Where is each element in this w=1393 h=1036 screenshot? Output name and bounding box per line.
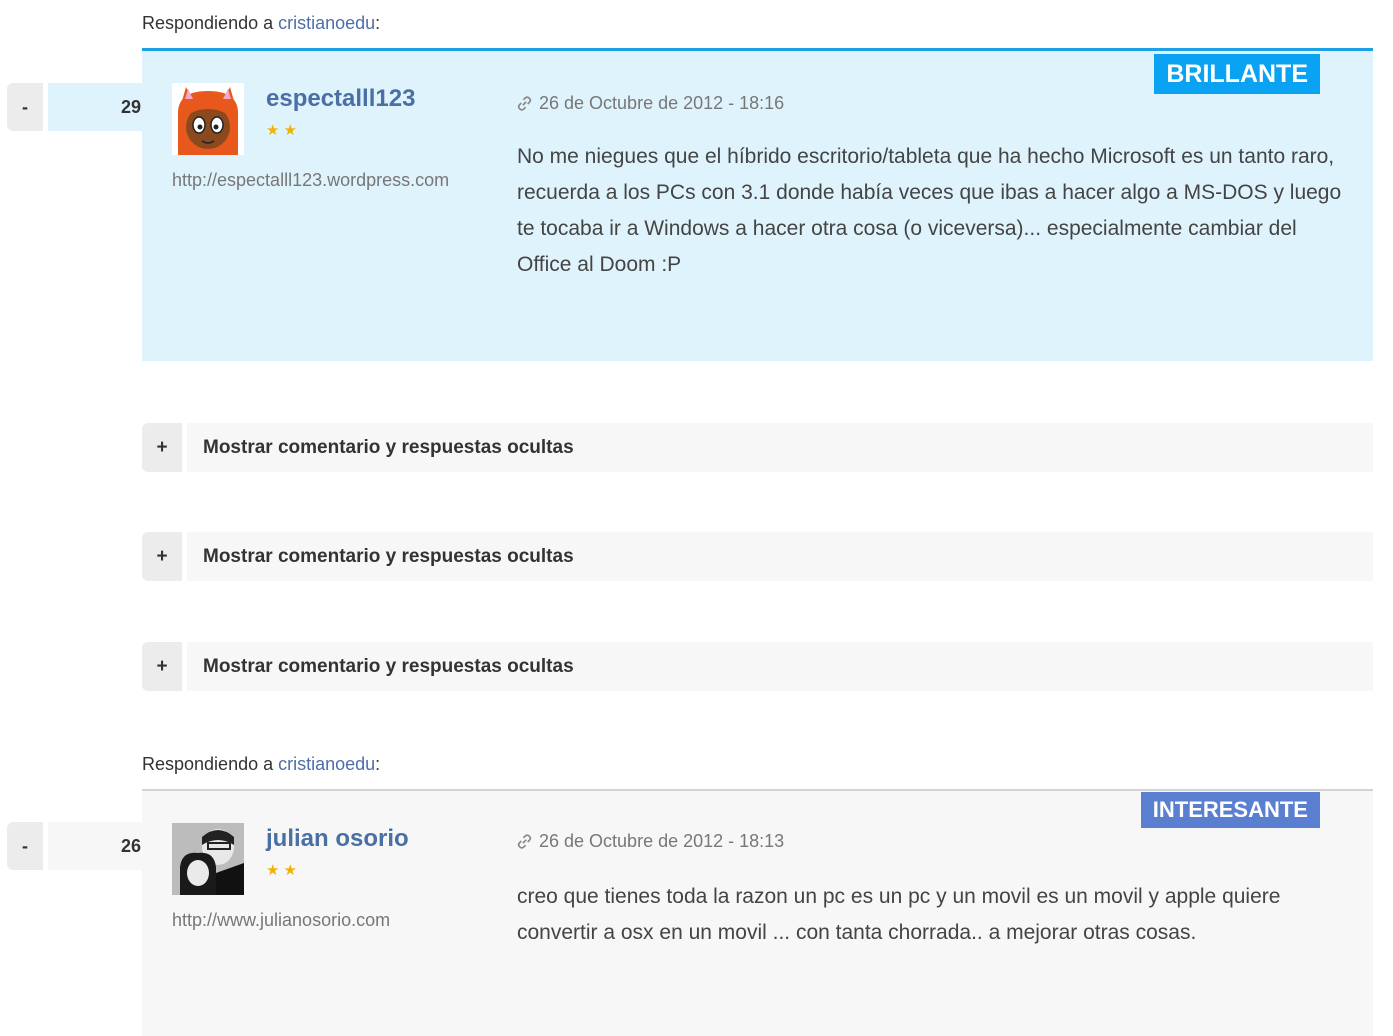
rating-badge: INTERESANTE (1140, 792, 1320, 828)
vote-count-value: 26 (120, 835, 141, 856)
comment-card: INTERESANTE julian osorio ★★ http://www.… (142, 789, 1373, 1036)
expand-button[interactable]: + (142, 423, 182, 472)
hidden-comment-row[interactable]: + Mostrar comentario y respuestas oculta… (142, 423, 1373, 472)
vote-count-value: 29 (120, 96, 141, 117)
comment-author[interactable]: espectalll123 (266, 85, 415, 113)
author-website[interactable]: http://espectalll123.wordpress.com (172, 170, 449, 191)
show-hidden-comments-link[interactable]: Mostrar comentario y respuestas ocultas (187, 532, 1373, 581)
vote-down-button[interactable]: - (7, 83, 43, 131)
author-stars: ★★ (266, 862, 301, 879)
comment-text: No me niegues que el híbrido escritorio/… (517, 145, 1342, 276)
vote-widget: - 29 (7, 83, 143, 131)
comment-date[interactable]: 26 de Octubre de 2012 - 18:16 (516, 93, 784, 114)
author-link[interactable]: espectalll123 (266, 85, 415, 112)
rating-badge: BRILLANTE (1154, 54, 1320, 94)
reply-prefix: Respondiendo a (142, 13, 279, 33)
author-link[interactable]: julian osorio (266, 825, 409, 852)
link-icon (517, 96, 532, 111)
author-stars: ★★ (266, 122, 301, 139)
reply-to-link[interactable]: cristianoedu (278, 754, 375, 774)
comment-date[interactable]: 26 de Octubre de 2012 - 18:13 (516, 831, 784, 852)
vote-count: 26 (48, 822, 143, 870)
vote-count: 29 (48, 83, 143, 131)
reply-suffix: : (375, 754, 381, 774)
show-hidden-comments-link[interactable]: Mostrar comentario y respuestas ocultas (187, 423, 1373, 472)
comment-author[interactable]: julian osorio (266, 825, 409, 853)
hidden-comment-row[interactable]: + Mostrar comentario y respuestas oculta… (142, 532, 1373, 581)
author-website[interactable]: http://www.julianosorio.com (172, 910, 390, 931)
reply-prefix: Respondiendo a (142, 754, 279, 774)
hidden-comment-row[interactable]: + Mostrar comentario y respuestas oculta… (142, 642, 1373, 691)
comment-date-text[interactable]: 26 de Octubre de 2012 - 18:13 (539, 831, 784, 852)
avatar-image (172, 83, 244, 155)
reply-line: Respondiendo a cristianoedu: (142, 754, 380, 775)
link-icon (517, 834, 532, 849)
avatar[interactable] (172, 83, 244, 155)
reply-line: Respondiendo a cristianoedu: (142, 13, 380, 34)
vote-down-button[interactable]: - (7, 822, 43, 870)
expand-button[interactable]: + (142, 532, 182, 581)
avatar[interactable] (172, 823, 244, 895)
reply-suffix: : (375, 13, 381, 33)
expand-button[interactable]: + (142, 642, 182, 691)
reply-to-link[interactable]: cristianoedu (278, 13, 375, 33)
avatar-image (172, 823, 244, 895)
vote-widget: - 26 (7, 822, 143, 870)
comment-text: creo que tienes toda la razon un pc es u… (517, 885, 1281, 944)
author-website-text[interactable]: http://espectalll123.wordpress.com (172, 170, 449, 190)
show-hidden-comments-link[interactable]: Mostrar comentario y respuestas ocultas (187, 642, 1373, 691)
comment-card: BRILLANTE espectalll123 ★★ http://espect… (142, 48, 1373, 361)
comment-date-text[interactable]: 26 de Octubre de 2012 - 18:16 (539, 93, 784, 114)
author-website-text[interactable]: http://www.julianosorio.com (172, 910, 390, 930)
